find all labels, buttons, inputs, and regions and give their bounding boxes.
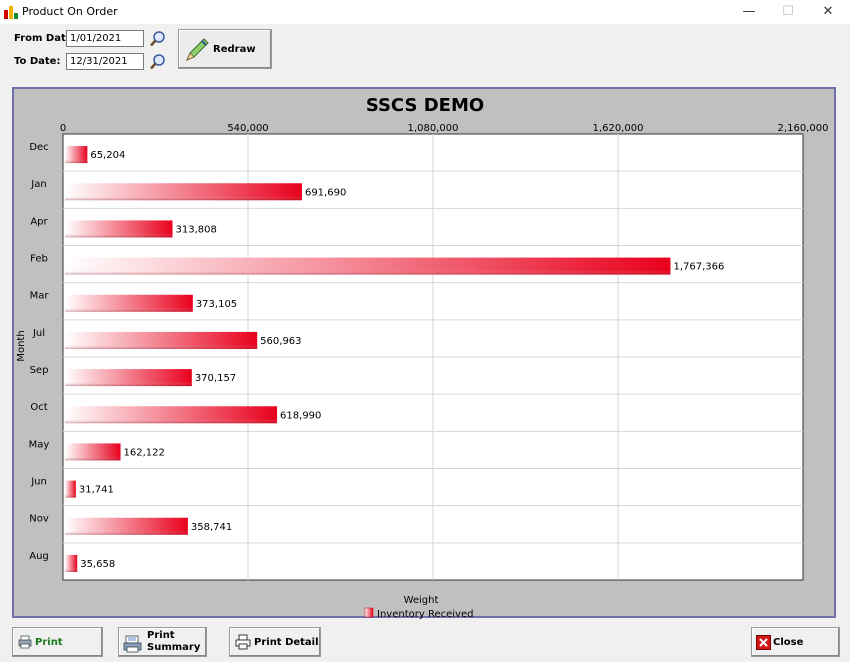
bar-shade (65, 517, 188, 535)
y-tick-label: Aug (29, 551, 49, 562)
bar-shade (65, 480, 76, 498)
y-tick-label: Feb (30, 254, 48, 265)
print-summary-button[interactable]: Print Summary (118, 627, 207, 657)
y-tick-label: Dec (29, 142, 48, 153)
print-detail-button[interactable]: Print Detail (229, 627, 321, 657)
bar-shade (65, 294, 193, 312)
bar-shade (65, 220, 173, 238)
bar-value-label: 65,204 (90, 150, 125, 161)
bar-value-label: 560,963 (260, 336, 301, 347)
x-tick-label: 540,000 (227, 123, 268, 134)
bar-shade (65, 369, 192, 387)
y-tick-label: Sep (30, 365, 49, 376)
x-tick-label: 1,620,000 (593, 123, 644, 134)
bar-shade (65, 443, 121, 461)
x-tick-label: 2,160,000 (778, 123, 829, 134)
bar-shade (65, 257, 671, 275)
bar-shade (65, 406, 278, 424)
x-tick-label: 0 (60, 123, 66, 134)
bar-value-label: 370,157 (195, 373, 236, 384)
close-button[interactable]: Close (751, 627, 840, 657)
bar-chart: 0 540,000 1,080,000 1,620,000 2,160,000 Dec J… (16, 123, 829, 620)
bar-value-label: 35,658 (80, 559, 115, 570)
legend-label: Inventory Received (377, 609, 473, 620)
bar-value-label: 31,741 (79, 485, 114, 496)
print-detail-label: Print Detail (254, 637, 319, 648)
bar-value-label: 691,690 (305, 187, 346, 198)
y-tick-label: Nov (29, 514, 49, 525)
y-tick-label: Oct (30, 402, 47, 413)
print-label: Print (35, 637, 63, 648)
y-tick-label: May (29, 439, 50, 450)
bar-value-label: 1,767,366 (673, 262, 724, 273)
y-tick-label: Mar (30, 291, 50, 302)
y-tick-label: Jun (30, 477, 47, 488)
printer-icon (18, 635, 32, 649)
bar-shade (65, 331, 258, 349)
bar-value-label: 313,808 (176, 224, 217, 235)
bar-shade (65, 554, 78, 572)
print-summary-label-line1: Print (147, 630, 175, 641)
close-label: Close (773, 637, 804, 648)
y-tick-label: Jan (30, 179, 46, 190)
bar-shade (65, 146, 88, 164)
y-tick-label: Jul (32, 328, 45, 339)
legend-swatch (364, 607, 374, 618)
bar-value-label: 162,122 (124, 447, 165, 458)
y-tick-label: Apr (30, 216, 48, 227)
print-button[interactable]: Print (12, 627, 103, 657)
x-tick-label: 1,080,000 (408, 123, 459, 134)
x-axis-label: Weight (404, 595, 439, 606)
bar-value-label: 618,990 (280, 410, 321, 421)
printer-detail-icon (235, 634, 251, 650)
bar-value-label: 373,105 (196, 299, 237, 310)
bar-shade (65, 183, 302, 201)
y-axis-label: Month (16, 330, 27, 361)
print-summary-label-line2: Summary (147, 642, 201, 653)
bar-value-label: 358,741 (191, 522, 232, 533)
close-x-icon (756, 635, 771, 650)
printer-summary-icon (123, 635, 142, 653)
